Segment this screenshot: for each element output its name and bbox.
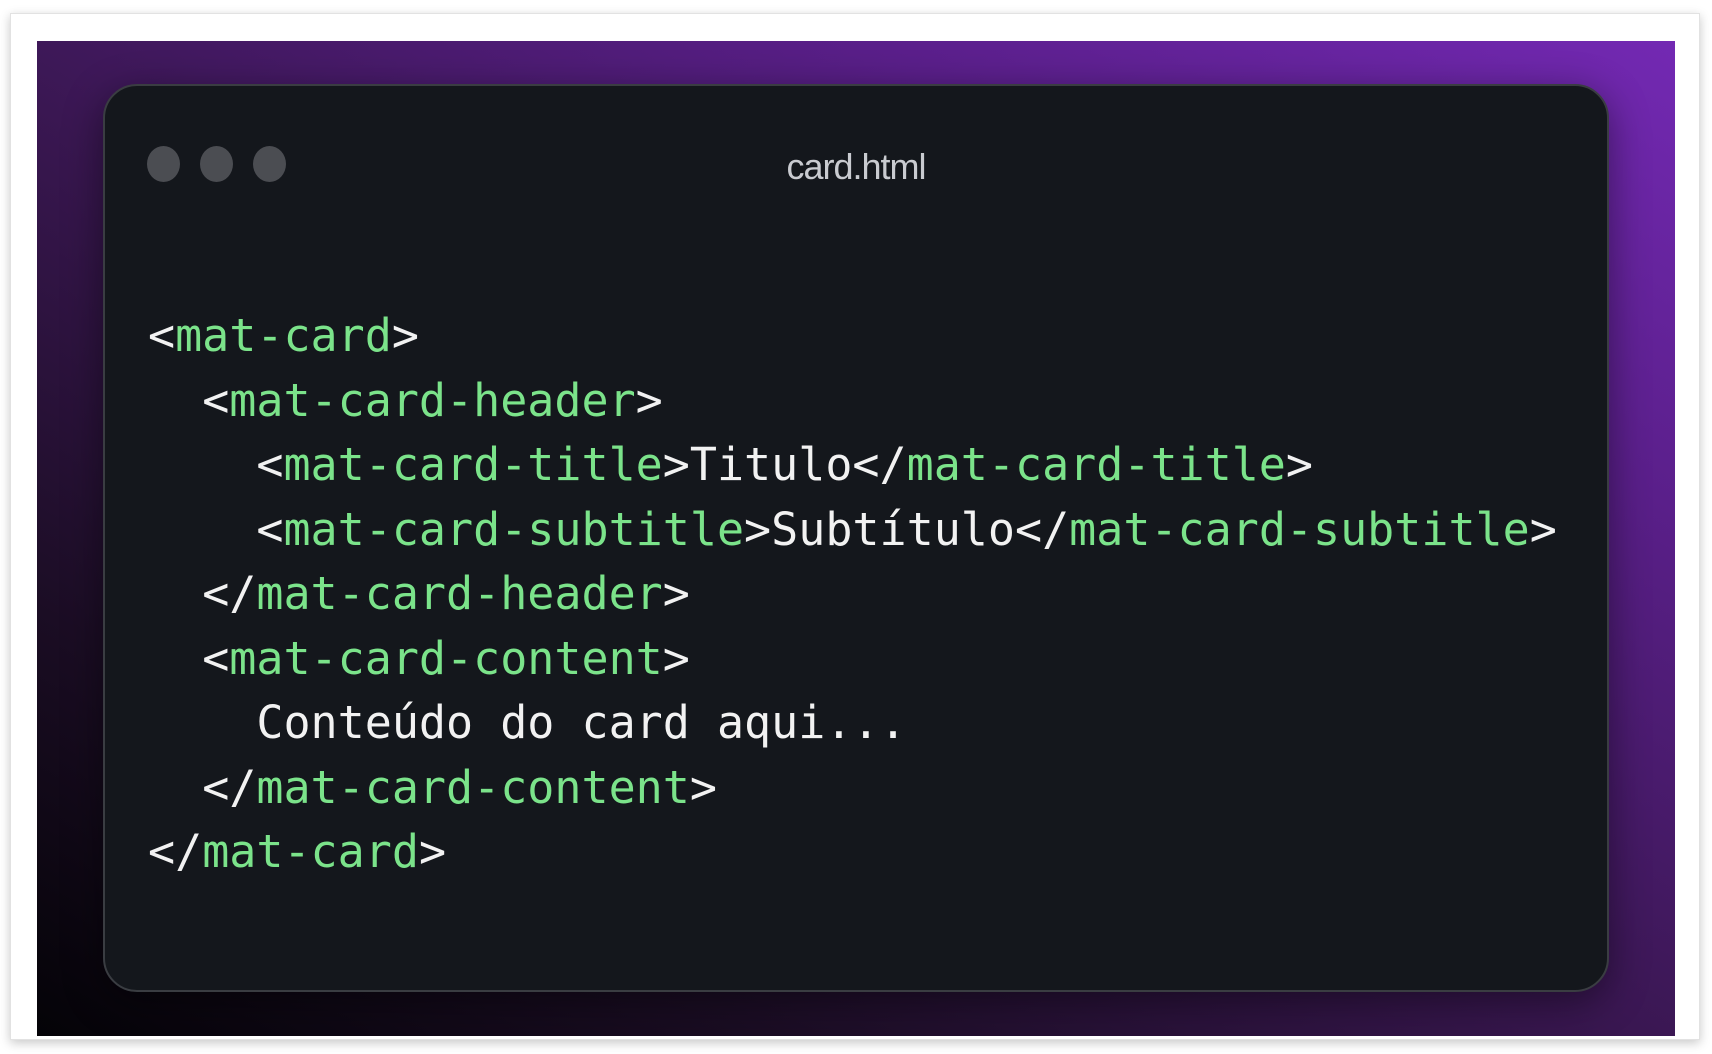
code-window: card.html <mat-card> <mat-card-header> <… [103,84,1609,992]
code-tag-name: mat-card-title [283,438,663,491]
code-line: <mat-card-content> [148,627,1557,692]
code-line: <mat-card-title>Titulo</mat-card-title> [148,433,1557,498]
code-tag-name: mat-card-content [229,631,663,685]
code-tag-name: mat-card [175,309,392,362]
code-tag-name: mat-card-title [906,438,1286,491]
code-punctuation: > [662,631,690,685]
code-punctuation: < [202,373,230,427]
code-line: </mat-card-content> [148,756,1557,821]
code-tag-name: mat-card-content [256,760,690,814]
code-text: Titulo [689,438,853,491]
window-title: card.html [786,146,926,187]
code-punctuation: < [148,309,176,362]
code-punctuation: > [662,567,690,620]
code-punctuation: </ [1014,502,1070,556]
code-punctuation: < [256,438,284,491]
code-text: Subtítulo [771,502,1015,556]
code-text: Conteúdo do card aqui... [256,696,907,749]
code-punctuation: > [662,438,690,491]
code-line: Conteúdo do card aqui... [148,691,1557,756]
code-line: </mat-card> [148,820,1557,885]
code-punctuation: > [391,309,419,362]
code-punctuation: </ [148,825,203,878]
code-punctuation: > [635,373,663,427]
code-line: <mat-card-header> [148,369,1557,434]
code-tag-name: mat-card-header [229,373,636,427]
code-line: </mat-card-header> [148,562,1557,627]
code-punctuation: > [1285,438,1313,491]
code-punctuation: </ [202,760,257,814]
code-tag-name: mat-card-subtitle [1069,502,1530,556]
code-punctuation: < [256,502,284,556]
code-block: <mat-card> <mat-card-header> <mat-card-t… [148,304,1557,885]
code-punctuation: > [689,760,717,814]
code-punctuation: </ [852,438,907,491]
code-punctuation: > [744,502,772,556]
code-punctuation: > [418,825,447,878]
code-line: <mat-card-subtitle>Subtítulo</mat-card-s… [148,498,1557,563]
code-tag-name: mat-card-subtitle [283,502,745,556]
code-punctuation: </ [202,567,257,620]
code-punctuation: < [202,631,230,685]
code-tag-name: mat-card-header [256,567,663,620]
code-line: <mat-card> [148,304,1557,369]
gradient-backdrop: card.html <mat-card> <mat-card-header> <… [37,41,1675,1036]
code-tag-name: mat-card [202,825,419,878]
code-punctuation: > [1529,502,1557,556]
